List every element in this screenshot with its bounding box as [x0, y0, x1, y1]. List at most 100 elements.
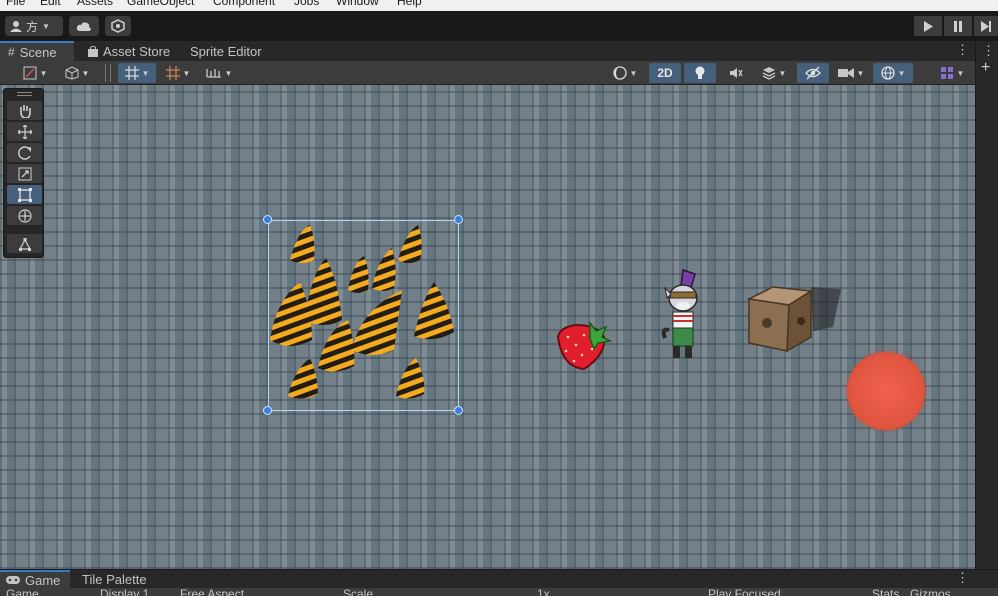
increment-snap-dropdown[interactable]: ▼ — [200, 63, 238, 83]
more-options-icon[interactable]: ⋮ — [956, 570, 969, 586]
rect-tool-button[interactable] — [7, 185, 42, 204]
menu-jobs[interactable]: Jobs — [294, 0, 319, 8]
bottom-panel: Game Tile Palette ⋮ Game Display 1 Free … — [0, 569, 998, 596]
chevron-down-icon: ▼ — [630, 69, 638, 78]
move-arrows-icon — [18, 125, 32, 139]
chevron-down-icon: ▼ — [40, 69, 48, 78]
speaker-icon — [729, 66, 743, 80]
tab-asset-store[interactable]: Asset Store — [84, 41, 174, 61]
main-toolbar: 方 ▼ — [0, 11, 998, 41]
chevron-down-icon: ▼ — [898, 69, 906, 78]
eye-slash-icon — [805, 66, 821, 80]
fox-character-object[interactable] — [661, 268, 707, 366]
tab-tile-palette-label: Tile Palette — [82, 572, 147, 587]
chevron-down-icon: ▼ — [183, 69, 191, 78]
pause-icon — [953, 21, 963, 32]
account-label: 方 — [26, 18, 38, 35]
shading-mode-dropdown[interactable]: ▼ — [606, 63, 644, 83]
camera-dropdown[interactable]: ▼ — [832, 63, 870, 83]
more-options-icon[interactable]: ⋮ — [956, 42, 969, 58]
tab-asset-store-label: Asset Store — [103, 44, 170, 59]
effects-dropdown[interactable]: ▼ — [755, 63, 793, 83]
menu-edit[interactable]: Edit — [40, 0, 61, 8]
tab-tile-palette[interactable]: Tile Palette — [78, 570, 151, 588]
menu-bar: File Edit Assets GameObject Component Jo… — [0, 0, 998, 11]
strawberry-object[interactable] — [554, 321, 612, 373]
chevron-down-icon: ▼ — [42, 22, 50, 31]
custom-tool-button[interactable] — [7, 234, 42, 253]
tool-palette-grip[interactable] — [17, 92, 32, 96]
tab-sprite-editor[interactable]: Sprite Editor — [186, 41, 266, 61]
scale-tool-button[interactable] — [7, 164, 42, 183]
wooden-crate-object[interactable] — [745, 281, 843, 355]
transform-tool-button[interactable] — [7, 206, 42, 225]
rotate-icon — [18, 146, 32, 160]
account-icon — [10, 20, 22, 32]
toolbar-grip — [105, 64, 111, 82]
grid-snap-icon — [125, 66, 139, 80]
draw-mode-dropdown[interactable]: ▼ — [16, 63, 54, 83]
tab-scene[interactable]: # Scene — [0, 41, 74, 61]
play-icon — [923, 21, 933, 32]
grid-snap-toggle[interactable]: ▼ — [118, 63, 156, 83]
resize-handle-bottom-right[interactable] — [454, 406, 463, 415]
menu-assets[interactable]: Assets — [77, 0, 113, 8]
play-button[interactable] — [914, 16, 942, 36]
grid-icon — [166, 66, 180, 80]
resize-handle-top-right[interactable] — [454, 215, 463, 224]
tab-game[interactable]: Game — [0, 570, 70, 588]
stats-button[interactable]: Stats — [872, 588, 899, 596]
scene-viewport[interactable] — [0, 85, 975, 569]
move-tool-button[interactable] — [7, 122, 42, 141]
chevron-down-icon: ▼ — [779, 69, 787, 78]
chevron-down-icon: ▼ — [142, 69, 150, 78]
grid-visibility-dropdown[interactable]: ▼ — [160, 63, 196, 83]
chevron-down-icon: ▼ — [857, 69, 865, 78]
pivot-dropdown[interactable]: ▼ — [58, 63, 96, 83]
layers-icon — [762, 66, 776, 80]
menu-help[interactable]: Help — [397, 0, 422, 8]
2d-mode-toggle[interactable]: 2D — [649, 63, 681, 83]
menu-file[interactable]: File — [6, 0, 25, 8]
hand-tool-button[interactable] — [7, 101, 42, 120]
step-button[interactable] — [974, 16, 998, 36]
camera-icon — [838, 67, 854, 79]
play-focused-dropdown[interactable]: Play Focused — [708, 588, 781, 596]
audio-toggle[interactable] — [720, 63, 752, 83]
menu-gameobject[interactable]: GameObject — [127, 0, 194, 8]
spikes-object[interactable] — [268, 220, 459, 411]
rotate-tool-button[interactable] — [7, 143, 42, 162]
game-view-dropdown[interactable]: Game — [6, 588, 39, 596]
menu-component[interactable]: Component — [213, 0, 275, 8]
aspect-dropdown[interactable]: Free Aspect — [180, 588, 244, 596]
gizmos-dropdown[interactable]: Gizmos — [910, 588, 951, 596]
menu-window[interactable]: Window — [336, 0, 379, 8]
game-view-toolbar: Game Display 1 Free Aspect Scale 1x Play… — [0, 588, 998, 596]
ruler-icon — [206, 66, 222, 80]
red-button-object[interactable] — [847, 352, 925, 430]
scale-value: 1x — [537, 588, 550, 596]
shading-sphere-icon — [613, 66, 627, 80]
tab-game-label: Game — [25, 573, 60, 588]
account-dropdown[interactable]: 方 ▼ — [5, 16, 63, 36]
scene-visibility-toggle[interactable] — [797, 63, 829, 83]
pause-button[interactable] — [944, 16, 972, 36]
more-options-icon[interactable]: ⋮ — [982, 43, 995, 59]
resize-handle-bottom-left[interactable] — [263, 406, 272, 415]
scene-grid-icon: # — [8, 45, 15, 59]
strawberry-sprite — [554, 321, 612, 373]
add-icon[interactable]: + — [981, 59, 990, 77]
chevron-down-icon: ▼ — [225, 69, 233, 78]
scene-overlays-dropdown[interactable]: ▼ — [932, 63, 972, 83]
lighting-toggle[interactable] — [684, 63, 716, 83]
collab-button[interactable] — [105, 16, 131, 36]
display-dropdown[interactable]: Display 1 — [100, 588, 149, 596]
cloud-button[interactable] — [69, 16, 99, 36]
resize-handle-top-left[interactable] — [263, 215, 272, 224]
hand-icon — [18, 104, 32, 118]
tab-sprite-editor-label: Sprite Editor — [190, 44, 262, 59]
gizmos-toggle[interactable]: ▼ — [873, 63, 913, 83]
custom-tool-icon — [18, 237, 32, 251]
lightbulb-icon — [694, 66, 706, 80]
scene-toolbar: ▼ ▼ ▼ ▼ ▼ ▼ 2D ▼ ▼ ▼ ▼ — [0, 61, 975, 85]
